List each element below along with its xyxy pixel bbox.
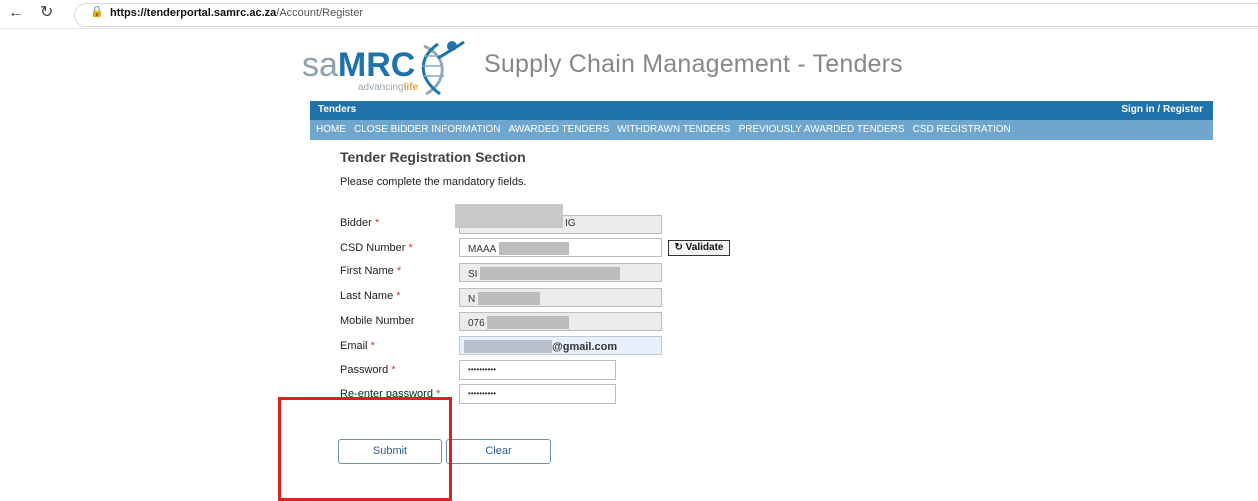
redacted-block bbox=[478, 292, 541, 305]
instructions-text: Please complete the mandatory fields. bbox=[340, 176, 527, 188]
required-marker: * bbox=[391, 364, 396, 376]
lock-icon[interactable]: 🔒 bbox=[90, 5, 104, 18]
menu-close-bidder-information[interactable]: CLOSE BIDDER INFORMATION bbox=[354, 124, 501, 135]
tenders-home-link[interactable]: Tenders bbox=[318, 104, 356, 115]
csd-value-prefix: MAAA bbox=[468, 244, 496, 255]
first-name-value-prefix: SI bbox=[468, 269, 478, 280]
menu-items: HOME CLOSE BIDDER INFORMATION AWARDED TE… bbox=[316, 124, 1011, 135]
redacted-block bbox=[498, 242, 569, 255]
required-marker: * bbox=[408, 242, 413, 254]
csd-label-text: CSD Number bbox=[340, 242, 406, 254]
tagline-suffix: life bbox=[403, 82, 419, 93]
refresh-icon: ↻ bbox=[674, 242, 683, 253]
url-host: https://tenderportal.samrc.ac.za bbox=[110, 7, 277, 19]
validate-button[interactable]: ↻ Validate bbox=[668, 240, 730, 256]
bidder-value-suffix: IG bbox=[565, 218, 576, 229]
csd-number-label: CSD Number * bbox=[340, 242, 413, 254]
last-name-label-text: Last Name bbox=[340, 290, 394, 302]
redacted-block bbox=[480, 267, 621, 280]
mobile-value-prefix: 076 bbox=[468, 318, 485, 329]
url-path: /Account/Register bbox=[276, 7, 364, 19]
email-value-suffix: @gmail.com bbox=[552, 341, 618, 353]
email-input[interactable]: @gmail.com bbox=[459, 336, 662, 355]
menu-home[interactable]: HOME bbox=[316, 124, 346, 135]
samrc-logo[interactable]: saMRC advancinglife bbox=[298, 38, 468, 100]
bidder-label: Bidder * bbox=[340, 217, 379, 229]
main-menu-bar: HOME CLOSE BIDDER INFORMATION AWARDED TE… bbox=[310, 120, 1213, 140]
first-name-field[interactable]: SI bbox=[459, 263, 662, 282]
tagline-prefix: advancing bbox=[358, 82, 404, 93]
mobile-label-text: Mobile Number bbox=[340, 315, 415, 327]
last-name-label: Last Name * bbox=[340, 290, 401, 302]
first-name-label-text: First Name bbox=[340, 265, 394, 277]
menu-previously-awarded-tenders[interactable]: PREVIOUSLY AWARDED TENDERS bbox=[739, 124, 905, 135]
bidder-label-text: Bidder bbox=[340, 217, 372, 229]
email-label-text: Email bbox=[340, 340, 368, 352]
menu-awarded-tenders[interactable]: AWARDED TENDERS bbox=[509, 124, 610, 135]
logo-tagline: advancinglife bbox=[358, 82, 418, 93]
last-name-field[interactable]: N bbox=[459, 288, 662, 307]
last-name-value-prefix: N bbox=[468, 294, 476, 305]
menu-csd-registration[interactable]: CSD REGISTRATION bbox=[913, 124, 1011, 135]
validate-label: Validate bbox=[685, 242, 724, 253]
url-text[interactable]: https://tenderportal.samrc.ac.za/Account… bbox=[110, 7, 363, 19]
logo-sa: sa bbox=[302, 46, 338, 84]
site-title: Supply Chain Management - Tenders bbox=[484, 50, 903, 78]
redacted-block bbox=[487, 316, 570, 329]
csd-number-input[interactable]: MAAA bbox=[459, 238, 662, 257]
required-marker: * bbox=[370, 340, 375, 352]
mobile-number-field[interactable]: 076 bbox=[459, 312, 662, 331]
password-input[interactable]: •••••••••• bbox=[459, 360, 616, 380]
required-marker: * bbox=[396, 265, 402, 277]
password-label-text: Password bbox=[340, 364, 389, 376]
logo-wordmark: saMRC bbox=[302, 46, 415, 84]
clear-button[interactable]: Clear bbox=[446, 439, 551, 464]
redacted-block bbox=[464, 340, 552, 353]
logo-mrc: MRC bbox=[337, 46, 416, 84]
required-marker: * bbox=[396, 290, 401, 302]
bidder-redaction bbox=[455, 204, 563, 228]
section-title: Tender Registration Section bbox=[340, 149, 526, 165]
password-label: Password * bbox=[340, 364, 396, 376]
reload-icon[interactable]: ↻ bbox=[40, 4, 53, 22]
red-highlight-box bbox=[278, 397, 452, 501]
mobile-number-label: Mobile Number bbox=[340, 315, 415, 327]
top-nav-bar: Tenders Sign in / Register bbox=[310, 101, 1213, 120]
required-marker: * bbox=[374, 217, 380, 229]
email-label: Email * bbox=[340, 340, 375, 352]
first-name-label: First Name * bbox=[340, 265, 401, 277]
reenter-password-input[interactable]: •••••••••• bbox=[459, 384, 616, 404]
back-arrow-icon[interactable]: ← bbox=[8, 4, 24, 22]
signin-register-link[interactable]: Sign in / Register bbox=[1121, 104, 1203, 115]
menu-withdrawn-tenders[interactable]: WITHDRAWN TENDERS bbox=[617, 124, 730, 135]
